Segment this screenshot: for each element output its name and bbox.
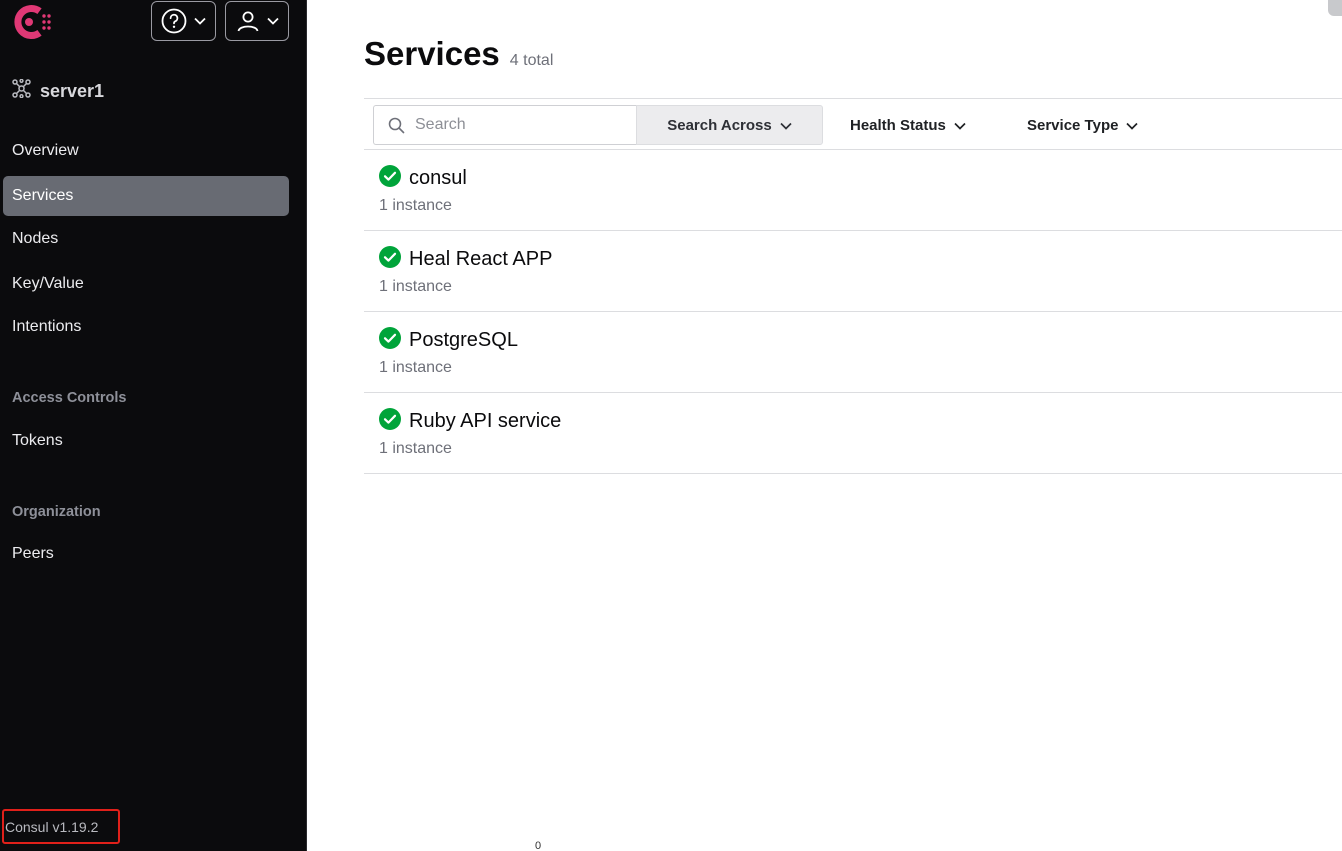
- check-circle-icon: [379, 165, 401, 192]
- organization-heading: Organization: [12, 504, 101, 520]
- consul-logo-icon[interactable]: [9, 2, 53, 42]
- service-instance-count: 1 instance: [379, 359, 452, 376]
- main-content: Services 4 total Search Across Health St…: [308, 0, 1342, 851]
- service-header: Heal React APP: [379, 246, 552, 273]
- sidebar-item-peers[interactable]: Peers: [3, 534, 289, 574]
- search-icon: [388, 117, 405, 134]
- services-count: 4 total: [509, 52, 554, 69]
- service-type-dropdown[interactable]: Service Type: [1027, 105, 1139, 145]
- service-instance-count: 1 instance: [379, 278, 452, 295]
- scrollbar-thumb[interactable]: [1328, 0, 1342, 16]
- page-header: Services 4 total: [364, 35, 553, 73]
- sidebar-item-intentions[interactable]: Intentions: [3, 307, 289, 347]
- check-circle-icon: [379, 246, 401, 273]
- sidebar-item-nodes[interactable]: Nodes: [3, 219, 289, 259]
- service-row[interactable]: Ruby API service 1 instance: [364, 393, 1342, 474]
- health-status-dropdown[interactable]: Health Status: [850, 105, 966, 145]
- chevron-down-icon: [780, 117, 792, 134]
- chevron-down-icon: [266, 17, 279, 25]
- service-row[interactable]: Heal React APP 1 instance: [364, 231, 1342, 312]
- search-input[interactable]: [415, 116, 615, 134]
- datacenter-selector[interactable]: server1: [12, 78, 105, 103]
- filter-toolbar: Search Across Health Status Service Type: [364, 98, 1342, 150]
- check-circle-icon: [379, 327, 401, 354]
- user-icon: [236, 9, 260, 33]
- service-instance-count: 1 instance: [379, 197, 452, 214]
- service-name[interactable]: Ruby API service: [409, 410, 561, 433]
- version-label: Consul v1.19.2: [2, 809, 120, 844]
- sidebar-item-tokens[interactable]: Tokens: [3, 421, 289, 461]
- search-across-dropdown[interactable]: Search Across: [636, 105, 823, 145]
- service-name[interactable]: consul: [409, 167, 467, 190]
- search-across-label: Search Across: [667, 116, 772, 134]
- sidebar-item-overview[interactable]: Overview: [3, 131, 289, 171]
- datacenter-name: server1: [40, 80, 105, 101]
- services-list: consul 1 instance Heal React APP 1 insta…: [364, 150, 1342, 474]
- chevron-down-icon: [954, 117, 966, 134]
- check-circle-icon: [379, 408, 401, 435]
- search-field[interactable]: [373, 105, 636, 145]
- service-header: PostgreSQL: [379, 327, 518, 354]
- version-text: Consul v1.19.2: [5, 818, 99, 835]
- service-instance-count: 1 instance: [379, 440, 452, 457]
- stray-text-mark: 0: [535, 840, 542, 851]
- chevron-down-icon: [194, 17, 206, 25]
- help-menu-button[interactable]: [151, 1, 216, 41]
- health-status-label: Health Status: [850, 116, 946, 134]
- user-menu-button[interactable]: [225, 1, 289, 41]
- datacenter-icon: [12, 78, 31, 103]
- access-controls-heading: Access Controls: [12, 390, 127, 406]
- chevron-down-icon: [1126, 117, 1139, 134]
- service-name[interactable]: PostgreSQL: [409, 329, 518, 352]
- service-header: consul: [379, 165, 467, 192]
- service-type-label: Service Type: [1027, 116, 1119, 134]
- question-circle-icon: [161, 8, 187, 34]
- service-row[interactable]: PostgreSQL 1 instance: [364, 312, 1342, 393]
- sidebar: server1 Overview Services Nodes Key/Valu…: [0, 0, 307, 851]
- service-header: Ruby API service: [379, 408, 561, 435]
- page-title: Services: [364, 35, 500, 72]
- sidebar-item-services[interactable]: Services: [3, 176, 289, 216]
- sidebar-item-key-value[interactable]: Key/Value: [3, 264, 289, 304]
- service-row[interactable]: consul 1 instance: [364, 150, 1342, 231]
- service-name[interactable]: Heal React APP: [409, 248, 552, 271]
